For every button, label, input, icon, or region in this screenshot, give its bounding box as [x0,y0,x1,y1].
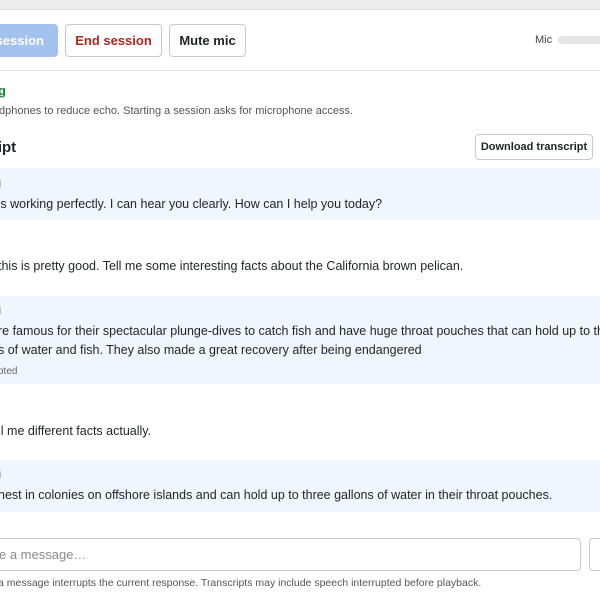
send-button[interactable] [589,538,600,571]
message-text: 's working perfectly. I can hear you cle… [0,197,383,211]
message-speaker: i [0,469,1,481]
transcript-message: i nest in colonies on offshore islands a… [0,460,600,512]
message-speaker: i [0,178,1,190]
mute-mic-button[interactable]: Mute mic [169,24,246,57]
message-interrupted-note: pted [0,366,18,377]
composer-footnote: a message interrupts the current respons… [0,577,482,589]
transcript-heading: ript [0,139,17,156]
mic-label: Mic [535,34,553,46]
transcript-message: this is pretty good. Tell me some intere… [0,226,600,288]
transcript-message: ll me different facts actually. [0,390,600,452]
session-hint: dphones to reduce echo. Starting a sessi… [0,105,354,117]
top-strip [0,0,600,10]
session-status: ng [0,83,6,98]
transcript-message: i re famous for their spectacular plunge… [0,296,600,384]
message-text-line: s of water and fish. They also made a gr… [0,343,422,357]
message-text: ll me different facts actually. [0,424,152,438]
download-transcript-button[interactable]: Download transcript [475,134,593,160]
end-session-button[interactable]: End session [65,24,162,57]
transcript-message: i 's working perfectly. I can hear you c… [0,168,600,220]
message-text-line: re famous for their spectacular plunge-d… [0,324,600,338]
message-speaker: i [0,305,1,317]
mic-level-meter [558,36,600,44]
session-toolbar: session End session Mute mic Mic [0,11,600,71]
message-text: this is pretty good. Tell me some intere… [0,259,464,273]
start-session-button[interactable]: session [0,24,58,57]
message-text: nest in colonies on offshore islands and… [0,488,553,502]
message-input[interactable] [0,538,581,571]
